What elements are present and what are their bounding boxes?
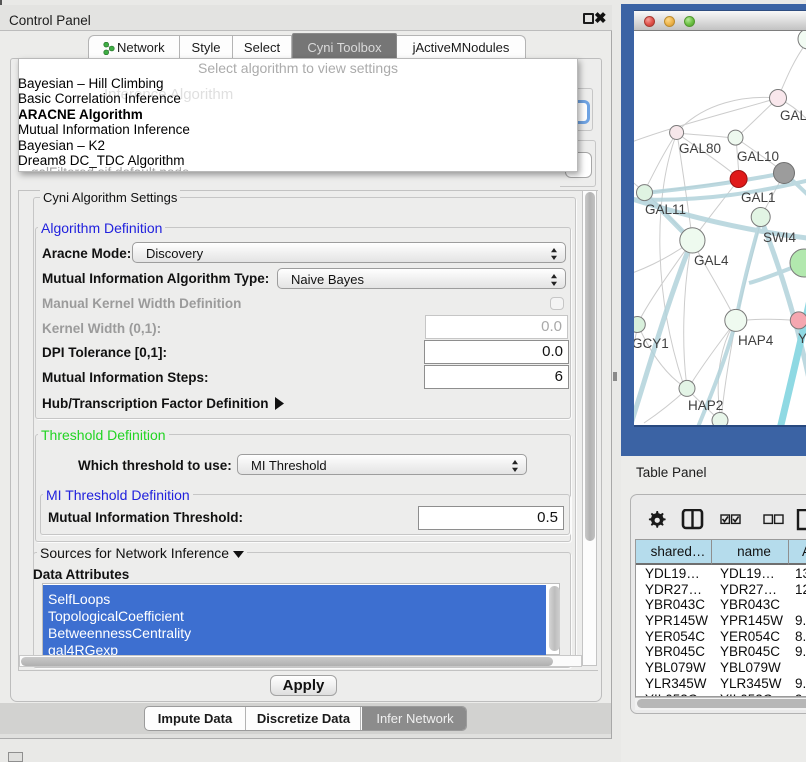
svg-text:YJ: YJ [798, 331, 806, 346]
svg-text:GCY1: GCY1 [634, 336, 669, 351]
svg-text:GAL11: GAL11 [645, 202, 686, 217]
svg-text:HAP2: HAP2 [688, 398, 723, 413]
svg-text:GAL1: GAL1 [741, 190, 776, 205]
svg-text:GAL4: GAL4 [694, 253, 729, 268]
svg-text:GAL80: GAL80 [679, 141, 721, 156]
svg-text:GAL10: GAL10 [737, 149, 779, 164]
svg-text:GAL7: GAL7 [780, 108, 806, 123]
svg-text:HAP4: HAP4 [738, 333, 774, 348]
svg-text:SWI4: SWI4 [763, 230, 796, 245]
